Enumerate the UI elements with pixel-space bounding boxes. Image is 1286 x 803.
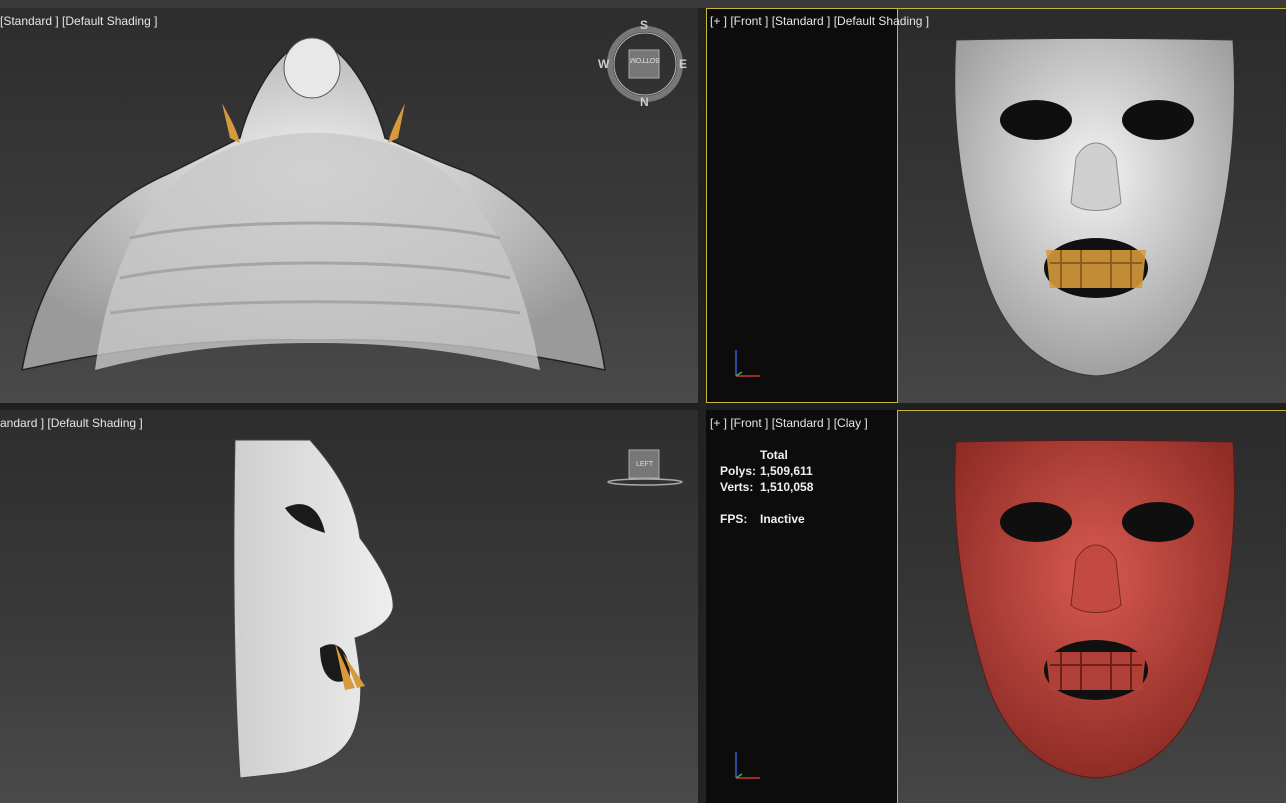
fps-value: Inactive [760, 512, 805, 526]
viewport-top-right[interactable]: [+ ] [Front ] [Standard ] [Default Shadi… [706, 8, 1286, 403]
fps-label: FPS: [720, 512, 748, 526]
viewport-label[interactable]: [Standard ] [Default Shading ] [0, 14, 157, 28]
mask-mesh-left-view [233, 439, 394, 778]
viewcube[interactable] [605, 448, 685, 488]
viewport-separator-vertical[interactable] [698, 8, 706, 803]
viewcube-face-label[interactable]: LEFT [636, 461, 653, 468]
axis-tripod [735, 752, 760, 779]
mask-mesh-front-clay [954, 440, 1236, 779]
stats-header: Total [760, 448, 788, 462]
compass-east[interactable]: E [679, 57, 687, 71]
viewport-top-left[interactable]: [Standard ] [Default Shading ] BOTTOM S … [0, 8, 698, 403]
compass-west[interactable]: W [598, 57, 609, 71]
viewport-bottom-right[interactable]: [+ ] [Front ] [Standard ] [Clay ] Total … [706, 410, 1286, 803]
mask-mesh-bottom-view [21, 37, 606, 371]
verts-value: 1,510,058 [760, 480, 814, 494]
viewport-label[interactable]: andard ] [Default Shading ] [0, 416, 143, 430]
verts-label: Verts: [720, 480, 754, 494]
viewport-separator-horizontal[interactable] [0, 403, 1286, 410]
viewport-label[interactable]: [+ ] [Front ] [Standard ] [Clay ] [710, 416, 868, 430]
viewport-bottom-left[interactable]: andard ] [Default Shading ] LEFT [0, 410, 698, 803]
viewcube-face-label[interactable]: BOTTOM [630, 56, 660, 63]
mask-mesh-front-shaded [954, 38, 1236, 377]
compass-north[interactable]: N [640, 95, 649, 109]
axis-tripod [735, 350, 760, 377]
polys-value: 1,509,611 [760, 464, 813, 478]
viewport-label[interactable]: [+ ] [Front ] [Standard ] [Default Shadi… [710, 14, 929, 28]
polys-label: Polys: [720, 464, 757, 478]
compass-south[interactable]: S [640, 18, 648, 32]
